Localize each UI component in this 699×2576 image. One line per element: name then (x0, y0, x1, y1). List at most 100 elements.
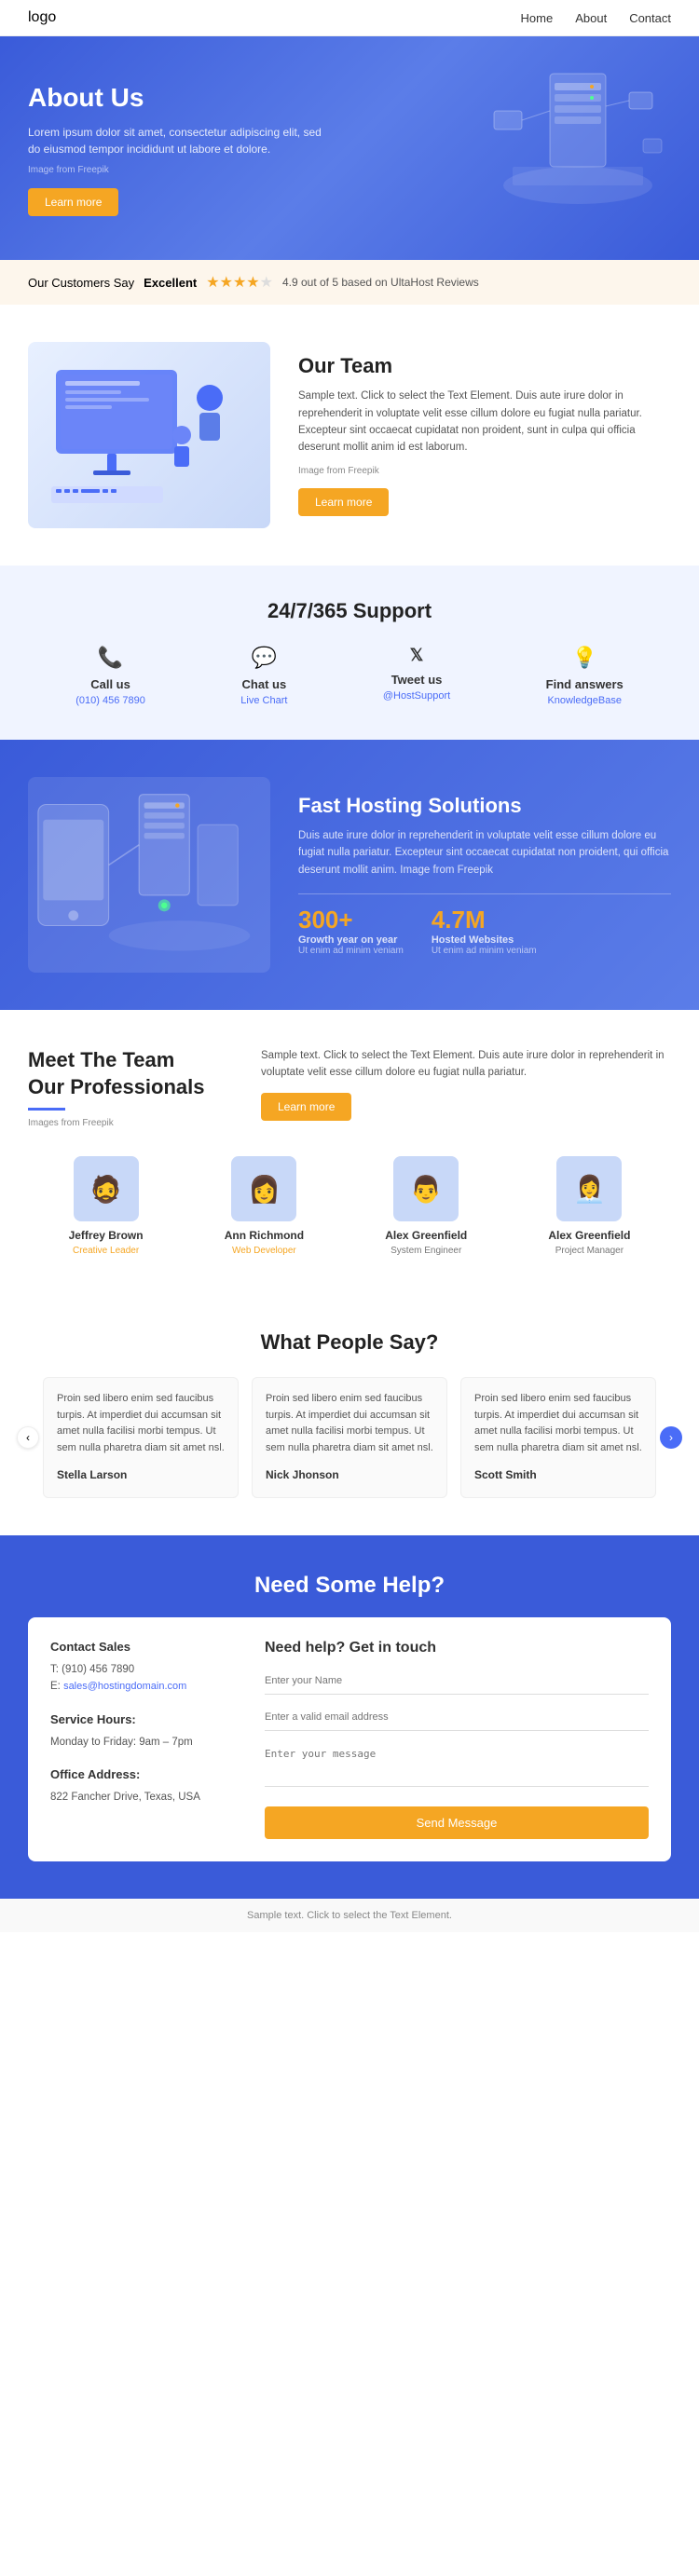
office-address: 822 Fancher Drive, Texas, USA (50, 1789, 237, 1806)
testimonial-text-1: Proin sed libero enim sed faucibus turpi… (57, 1391, 225, 1456)
support-tweet: 𝕏 Tweet us @HostSupport (383, 646, 450, 706)
help-inner: Contact Sales T: (910) 456 7890 E: sales… (28, 1617, 671, 1861)
member-ann-role: Web Developer (232, 1246, 296, 1256)
rating-stars: ★★★★★ (206, 273, 273, 292)
meet-team-top: Meet The TeamOur Professionals Images fr… (28, 1047, 671, 1128)
team-members: 🧔 Jeffrey Brown Creative Leader 👩 Ann Ri… (28, 1156, 671, 1256)
team-text: Our Team Sample text. Click to select th… (298, 354, 671, 516)
hosting-illustration (28, 777, 270, 973)
navbar: logo Home About Contact (0, 0, 699, 36)
nav-logo: logo (28, 9, 56, 26)
team-learn-more-button[interactable]: Learn more (298, 488, 389, 516)
hero-learn-more-button[interactable]: Learn more (28, 188, 118, 216)
nav-contact[interactable]: Contact (629, 11, 671, 25)
member-alex-g-role: System Engineer (391, 1246, 461, 1256)
support-answers: 💡 Find answers KnowledgeBase (546, 646, 624, 706)
stat-hosted-sub: Ut enim ad minim veniam (432, 946, 537, 956)
meet-team-right: Sample text. Click to select the Text El… (261, 1047, 671, 1128)
testimonial-reviewer-1: Stella Larson (57, 1466, 225, 1484)
hosting-description: Duis aute irure dolor in reprehenderit i… (298, 827, 671, 879)
meet-team-image-credit: Images from Freepik (28, 1118, 233, 1128)
hero-description: Lorem ipsum dolor sit amet, consectetur … (28, 124, 326, 157)
hero-content: About Us Lorem ipsum dolor sit amet, con… (28, 83, 326, 216)
service-hours-heading: Service Hours: (50, 1712, 237, 1726)
support-chat: 💬 Chat us Live Chart (240, 646, 287, 706)
member-jeffrey-avatar: 🧔 (74, 1156, 139, 1221)
footer: Sample text. Click to select the Text El… (0, 1899, 699, 1932)
testimonial-card-2: Proin sed libero enim sed faucibus turpi… (252, 1377, 447, 1498)
form-send-button[interactable]: Send Message (265, 1806, 649, 1839)
support-chat-sub: Live Chart (240, 695, 287, 706)
testimonial-cards: Proin sed libero enim sed faucibus turpi… (43, 1377, 656, 1498)
member-alex-p-role: Project Manager (555, 1246, 624, 1256)
support-call: 📞 Call us (010) 456 7890 (75, 646, 145, 706)
support-answers-sub: KnowledgeBase (547, 695, 622, 706)
help-title: Need Some Help? (28, 1573, 671, 1599)
form-email-input[interactable] (265, 1704, 649, 1731)
support-call-sub: (010) 456 7890 (75, 695, 145, 706)
member-alex-p-avatar: 👩‍💼 (556, 1156, 622, 1221)
member-alex-p: 👩‍💼 Alex Greenfield Project Manager (548, 1156, 630, 1256)
support-chat-label[interactable]: Chat us (242, 677, 287, 691)
contact-sales-heading: Contact Sales (50, 1640, 237, 1654)
meet-team-left: Meet The TeamOur Professionals Images fr… (28, 1047, 233, 1128)
team-description: Sample text. Click to select the Text El… (298, 388, 671, 457)
member-jeffrey-name: Jeffrey Brown (69, 1229, 144, 1242)
support-section: 24/7/365 Support 📞 Call us (010) 456 789… (0, 566, 699, 740)
meet-team-description: Sample text. Click to select the Text El… (261, 1047, 671, 1082)
nav-about[interactable]: About (575, 11, 607, 25)
testimonials-prev-button[interactable]: ‹ (17, 1426, 39, 1449)
stat-hosted-label: Hosted Websites (432, 934, 537, 946)
footer-text: Sample text. Click to select the Text El… (247, 1910, 452, 1921)
member-jeffrey-role: Creative Leader (73, 1246, 139, 1256)
support-items: 📞 Call us (010) 456 7890 💬 Chat us Live … (28, 646, 671, 706)
testimonial-reviewer-3: Scott Smith (474, 1466, 642, 1484)
testimonial-card-1: Proin sed libero enim sed faucibus turpi… (43, 1377, 239, 1498)
rating-prefix: Our Customers Say (28, 276, 134, 290)
member-alex-g-avatar: 👨 (393, 1156, 459, 1221)
support-answers-label: Find answers (546, 677, 624, 691)
phone-icon: 📞 (98, 646, 123, 670)
rating-bar: Our Customers Say Excellent ★★★★★ 4.9 ou… (0, 260, 699, 305)
office-address-heading: Office Address: (50, 1767, 237, 1781)
testimonial-reviewer-2: Nick Jhonson (266, 1466, 433, 1484)
hero-title: About Us (28, 83, 326, 113)
rating-score: 4.9 out of 5 based on UltaHost Reviews (282, 276, 479, 289)
member-ann-name: Ann Richmond (225, 1229, 304, 1242)
contact-info: Contact Sales T: (910) 456 7890 E: sales… (50, 1640, 237, 1839)
fast-hosting-section: Fast Hosting Solutions Duis aute irure d… (0, 740, 699, 1010)
nav-home[interactable]: Home (521, 11, 554, 25)
support-call-label: Call us (90, 677, 130, 691)
nav-links: Home About Contact (521, 11, 671, 25)
twitter-icon: 𝕏 (410, 646, 424, 665)
member-ann-avatar: 👩 (231, 1156, 296, 1221)
meet-team-underline (28, 1108, 65, 1111)
stat-growth: 300+ Growth year on year Ut enim ad mini… (298, 906, 404, 956)
meet-team-learn-more-button[interactable]: Learn more (261, 1093, 351, 1121)
hero-illustration (401, 36, 699, 260)
stat-growth-sub: Ut enim ad minim veniam (298, 946, 404, 956)
contact-phone: T: (910) 456 7890 (50, 1661, 237, 1678)
member-jeffrey: 🧔 Jeffrey Brown Creative Leader (69, 1156, 144, 1256)
testimonial-text-3: Proin sed libero enim sed faucibus turpi… (474, 1391, 642, 1456)
stat-hosted-number: 4.7M (432, 906, 537, 934)
contact-email-link[interactable]: sales@hostingdomain.com (63, 1681, 186, 1692)
lightbulb-icon: 💡 (571, 646, 596, 670)
member-ann: 👩 Ann Richmond Web Developer (225, 1156, 304, 1256)
meet-team-section: Meet The TeamOur Professionals Images fr… (0, 1010, 699, 1293)
chat-icon: 💬 (252, 646, 277, 670)
hero-section: About Us Lorem ipsum dolor sit amet, con… (0, 36, 699, 260)
member-alex-g: 👨 Alex Greenfield System Engineer (385, 1156, 467, 1256)
testimonials-next-button[interactable]: › (660, 1426, 682, 1449)
hosting-stats: 300+ Growth year on year Ut enim ad mini… (298, 893, 671, 956)
stat-hosted: 4.7M Hosted Websites Ut enim ad minim ve… (432, 906, 537, 956)
support-title: 24/7/365 Support (28, 599, 671, 623)
team-image-credit: Image from Freepik (298, 464, 671, 479)
testimonial-text-2: Proin sed libero enim sed faucibus turpi… (266, 1391, 433, 1456)
testimonials-wrapper: ‹ Proin sed libero enim sed faucibus tur… (28, 1377, 671, 1498)
form-name-input[interactable] (265, 1668, 649, 1695)
meet-team-title: Meet The TeamOur Professionals (28, 1047, 233, 1100)
our-team-section: Our Team Sample text. Click to select th… (0, 305, 699, 566)
help-section: Need Some Help? Contact Sales T: (910) 4… (0, 1535, 699, 1899)
form-message-input[interactable] (265, 1740, 649, 1787)
